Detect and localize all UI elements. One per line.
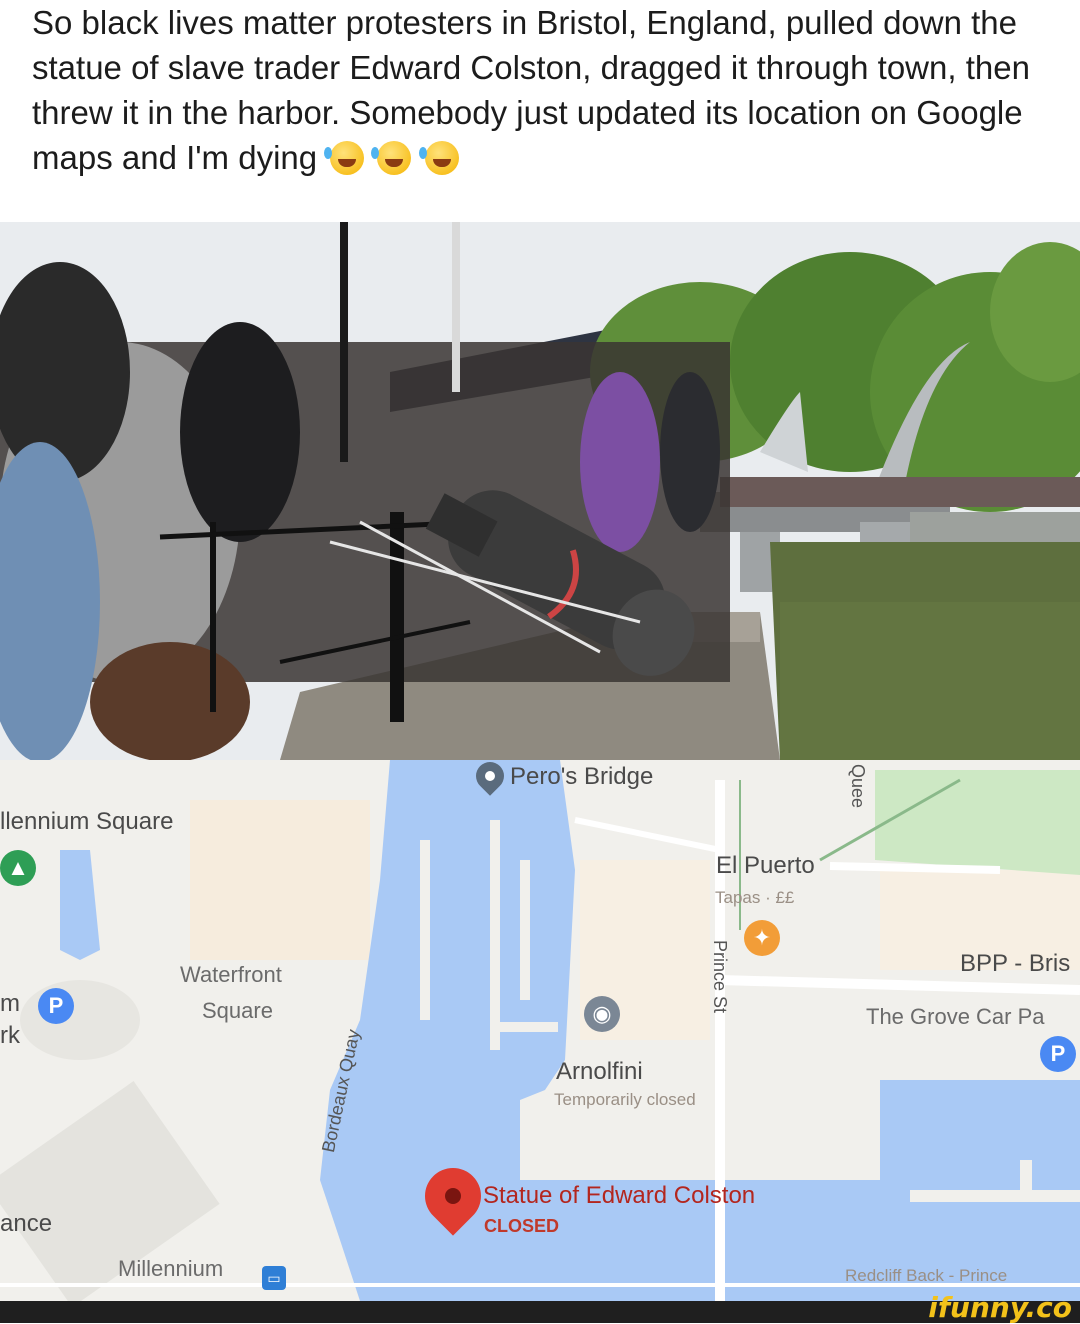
- park-tree-icon[interactable]: ▲: [0, 850, 36, 886]
- caption-text: So black lives matter protesters in Bris…: [32, 4, 1030, 176]
- parking-icon[interactable]: P: [38, 988, 74, 1024]
- prince-st-road-label: Prince St: [710, 940, 730, 1014]
- protest-photo-illustration: [0, 222, 1080, 760]
- restaurant-icon[interactable]: ✦: [744, 920, 780, 956]
- transit-icon[interactable]: ▭: [262, 1266, 286, 1290]
- el-puerto-label[interactable]: El Puerto: [716, 852, 815, 880]
- el-puerto-subtitle: Tapas · ££: [715, 888, 795, 907]
- queen-square-label: Quee: [848, 764, 868, 809]
- waterfront-square-label-line1[interactable]: Waterfront: [180, 962, 282, 988]
- statue-label[interactable]: Statue of Edward Colston: [483, 1182, 755, 1210]
- rofl-emoji-icon: [371, 141, 412, 175]
- redcliff-back-label[interactable]: Redcliff Back - Prince: [845, 1266, 1007, 1286]
- museum-icon[interactable]: ◉: [584, 996, 620, 1032]
- arnolfini-label[interactable]: Arnolfini: [556, 1058, 643, 1086]
- park-label-line2[interactable]: rk: [0, 1022, 20, 1050]
- millennium-square-label[interactable]: llennium Square: [0, 808, 173, 836]
- peros-bridge-label[interactable]: Pero's Bridge: [510, 763, 653, 791]
- statue-status: CLOSED: [484, 1216, 560, 1236]
- grove-car-park-label[interactable]: The Grove Car Pa: [866, 1004, 1045, 1030]
- arnolfini-status: Temporarily closed: [554, 1090, 696, 1109]
- millennium-square-landing-label[interactable]: Millennium: [118, 1256, 223, 1282]
- protest-photo: [0, 222, 1080, 760]
- rofl-emoji-icon: [418, 141, 459, 175]
- rofl-emoji-icon: [324, 141, 365, 175]
- ance-label[interactable]: ance: [0, 1210, 52, 1238]
- footer-bar: [0, 1301, 1080, 1323]
- parking-icon[interactable]: P: [1040, 1036, 1076, 1072]
- google-map[interactable]: Pero's Bridge llennium Square El Puerto …: [0, 760, 1080, 1301]
- ifunny-watermark: ifunny.co: [928, 1291, 1072, 1324]
- park-label-line1[interactable]: m: [0, 990, 20, 1018]
- post-caption: So black lives matter protesters in Bris…: [32, 0, 1062, 180]
- bpp-label[interactable]: BPP - Bris: [960, 950, 1070, 978]
- waterfront-square-label-line2[interactable]: Square: [202, 998, 273, 1024]
